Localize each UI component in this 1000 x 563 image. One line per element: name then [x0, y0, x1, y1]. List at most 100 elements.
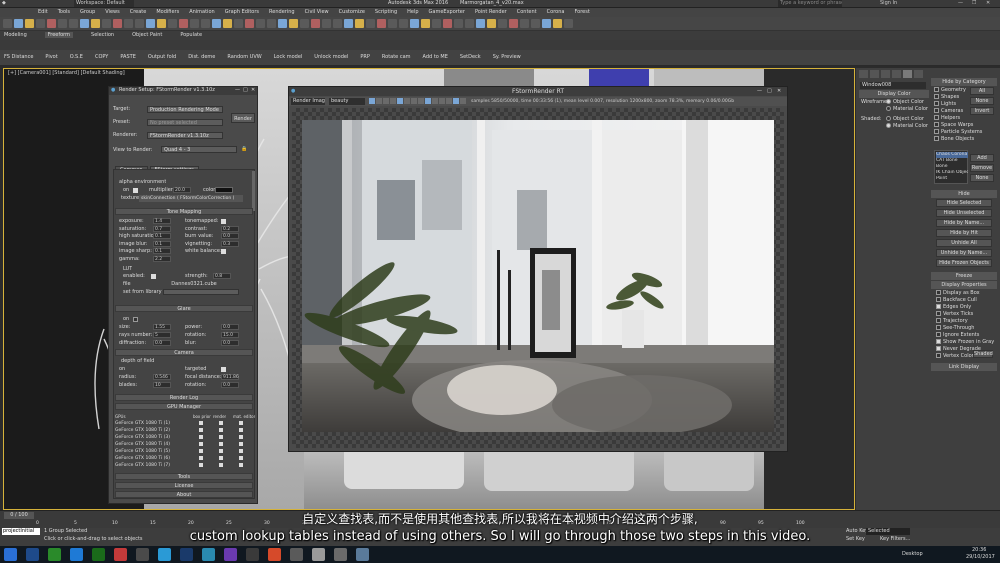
toolbar-tool-icon[interactable]	[278, 19, 287, 28]
glare-header[interactable]: Glare	[115, 305, 253, 312]
custom-tool-button[interactable]: Pivot	[45, 54, 57, 60]
param-spinner[interactable]: 0.1	[153, 240, 171, 247]
gpu-checkbox[interactable]	[239, 421, 243, 425]
rt-tool-icon[interactable]	[404, 98, 410, 104]
toolbar-tool-icon[interactable]	[80, 19, 89, 28]
hide-button[interactable]: Hide Unselected	[936, 209, 992, 217]
menu-item-edit[interactable]: Edit	[38, 9, 48, 15]
param-spinner[interactable]: 0.0	[153, 340, 171, 346]
hide-by-category-header[interactable]: Hide by Category	[931, 78, 997, 86]
app-icon[interactable]	[356, 548, 369, 561]
hide-button[interactable]: Hide Frozen Objects	[936, 259, 992, 267]
gpu-checkbox[interactable]	[199, 449, 203, 453]
category-checkbox[interactable]: Particle Systems	[934, 129, 982, 136]
param-checkbox[interactable]	[221, 367, 226, 372]
app-logo-icon[interactable]: ◆	[2, 0, 6, 7]
toolbar-tool-icon[interactable]	[476, 19, 485, 28]
wire-object-color-radio[interactable]: Object Color	[886, 99, 924, 106]
gpu-checkbox[interactable]	[199, 442, 203, 446]
toolbar-tool-icon[interactable]	[465, 19, 474, 28]
toolbar-tool-icon[interactable]	[190, 19, 199, 28]
close-icon[interactable]: ✕	[986, 0, 990, 7]
freeze-header[interactable]: Freeze	[931, 272, 997, 280]
custom-tool-button[interactable]: Sy. Preview	[493, 54, 521, 60]
param-spinner[interactable]: 2.2	[153, 255, 171, 262]
about-header[interactable]: About	[115, 491, 253, 498]
rt-tool-icon[interactable]	[390, 98, 396, 104]
app-icon[interactable]	[180, 548, 193, 561]
toolbar-tool-icon[interactable]	[432, 19, 441, 28]
param-spinner[interactable]: 1.55	[153, 324, 171, 330]
menu-item-forest[interactable]: Forest	[574, 9, 589, 15]
category-checkbox[interactable]: Cameras	[934, 108, 963, 115]
file-explorer-icon[interactable]	[92, 548, 105, 561]
param-spinner[interactable]: 0.2	[221, 225, 239, 232]
toolbar-tool-icon[interactable]	[509, 19, 518, 28]
toolbar-tool-icon[interactable]	[322, 19, 331, 28]
glare-on-checkbox[interactable]	[133, 317, 138, 322]
display-prop-checkbox[interactable]: Vertex Colors	[936, 353, 976, 360]
edge-icon[interactable]	[70, 548, 83, 561]
toolbar-tool-icon[interactable]	[223, 19, 232, 28]
search-input[interactable]: Type a keyword or phrase	[778, 0, 842, 7]
param-spinner[interactable]: 0.0	[221, 340, 239, 346]
rt-tool-icon[interactable]	[397, 98, 403, 104]
param-spinner[interactable]: 0.546	[153, 374, 171, 380]
custom-tool-button[interactable]: FS Distance	[4, 54, 33, 60]
display-prop-checkbox[interactable]: Vertex Ticks	[936, 311, 973, 318]
scrollbar-thumb[interactable]	[252, 171, 255, 211]
toolbar-tool-icon[interactable]	[113, 19, 122, 28]
display-prop-checkbox[interactable]: Show Frozen in Gray	[936, 339, 994, 346]
search-icon[interactable]	[26, 548, 39, 561]
toolbar-tool-icon[interactable]	[267, 19, 276, 28]
workspace-select[interactable]: Workspace: Default	[74, 0, 134, 7]
toolbar-tool-icon[interactable]	[201, 19, 210, 28]
photoshop-icon[interactable]	[202, 548, 215, 561]
link-display-header[interactable]: Link Display	[931, 363, 997, 371]
gpu-checkbox[interactable]	[219, 421, 223, 425]
gpu-checkbox[interactable]	[239, 428, 243, 432]
toolbar-tool-icon[interactable]	[454, 19, 463, 28]
menu-item-create[interactable]: Create	[130, 9, 147, 15]
ribbon-tab[interactable]: Selection	[91, 32, 114, 38]
toolbar-tool-icon[interactable]	[487, 19, 496, 28]
toolbar-tool-icon[interactable]	[498, 19, 507, 28]
gpu-checkbox[interactable]	[199, 435, 203, 439]
category-invert-button[interactable]: Invert	[970, 107, 994, 115]
toolbar-tool-icon[interactable]	[256, 19, 265, 28]
category-checkbox[interactable]: Lights	[934, 101, 956, 108]
menu-item-civil-view[interactable]: Civil View	[305, 9, 329, 15]
custom-tool-button[interactable]: Lock model	[274, 54, 303, 60]
toolbar-tool-icon[interactable]	[102, 19, 111, 28]
param-spinner[interactable]: 0.0	[221, 324, 239, 330]
gpu-checkbox[interactable]	[199, 463, 203, 467]
viewport-label[interactable]: [+] [Camera001] [Standard] [Default Shad…	[8, 70, 125, 77]
toolbar-tool-icon[interactable]	[520, 19, 529, 28]
toolbar-tool-icon[interactable]	[399, 19, 408, 28]
custom-tool-button[interactable]: Output fold	[148, 54, 176, 60]
toolbar-tool-icon[interactable]	[443, 19, 452, 28]
ribbon-tab[interactable]: Object Paint	[132, 32, 162, 38]
toolbar-tool-icon[interactable]	[25, 19, 34, 28]
category-checkbox[interactable]: Geometry	[934, 87, 966, 94]
app-icon[interactable]	[334, 548, 347, 561]
gpu-checkbox[interactable]	[219, 463, 223, 467]
category-checkbox[interactable]: Shapes	[934, 94, 959, 101]
fstorm-rt-window[interactable]: FStormRender RT ● — □ ✕ Render Image bea…	[288, 86, 788, 452]
toolbar-tool-icon[interactable]	[124, 19, 133, 28]
param-spinner[interactable]: 15.0	[221, 332, 239, 338]
menu-item-group[interactable]: Group	[80, 9, 95, 15]
menu-item-point-render[interactable]: Point Render	[475, 9, 507, 15]
minimize-icon[interactable]: —	[235, 87, 240, 94]
multiplier-spinner[interactable]: 20.0	[173, 187, 191, 193]
hide-button[interactable]: Hide by Name...	[936, 219, 992, 227]
menu-item-animation[interactable]: Animation	[189, 9, 215, 15]
toolbar-tool-icon[interactable]	[135, 19, 144, 28]
app-icon[interactable]	[312, 548, 325, 561]
cp-tab-utilities-icon[interactable]	[914, 70, 923, 78]
close-icon[interactable]: ✕	[251, 87, 255, 94]
custom-tool-button[interactable]: PRP	[360, 54, 370, 60]
toolbar-tool-icon[interactable]	[3, 19, 12, 28]
hide-button[interactable]: Hide by Hit	[936, 229, 992, 237]
lut-enabled-checkbox[interactable]	[151, 274, 156, 279]
